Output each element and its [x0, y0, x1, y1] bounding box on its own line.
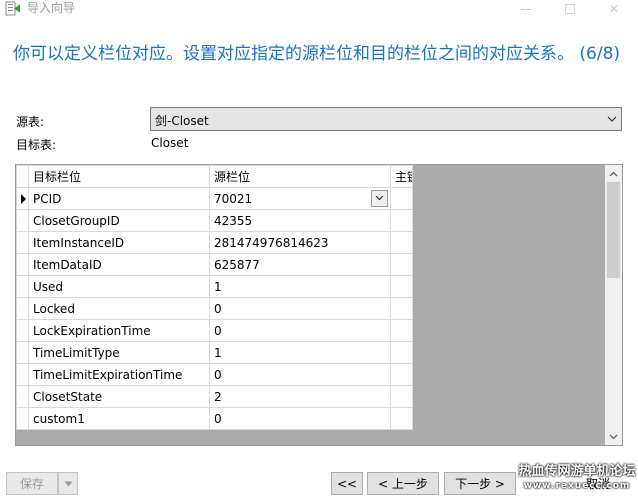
close-icon: ✕	[608, 2, 620, 16]
target-field-cell[interactable]: ClosetGroupID	[28, 209, 210, 232]
watermark: 热血传网游单机论坛 www.rexuecc.com	[516, 464, 638, 501]
primary-key-cell[interactable]	[390, 341, 413, 364]
row-selector[interactable]	[16, 363, 29, 386]
target-field-cell[interactable]: Used	[28, 275, 210, 298]
target-field-cell[interactable]: PCID	[28, 187, 210, 210]
chevron-down-icon	[609, 434, 618, 439]
window-title: 导入向导	[27, 1, 76, 15]
source-field-cell[interactable]: 2	[209, 385, 391, 408]
primary-key-cell[interactable]	[390, 363, 413, 386]
target-field-cell[interactable]: LockExpirationTime	[28, 319, 210, 342]
maximize-icon	[565, 4, 575, 14]
table-row[interactable]: custom1 0	[16, 407, 413, 430]
source-field-select[interactable]: 70021	[214, 189, 390, 209]
close-button[interactable]: ✕	[594, 0, 634, 18]
target-field-cell[interactable]: TimeLimitType	[28, 341, 210, 364]
source-field-cell[interactable]: 0	[209, 319, 391, 342]
watermark-title: 热血传网游单机论坛	[518, 464, 636, 479]
source-field-dropdown-button[interactable]	[371, 189, 388, 207]
caret-down-icon	[64, 481, 72, 486]
column-header-source-field[interactable]: 源栏位	[209, 165, 391, 188]
table-row[interactable]: ClosetGroupID 42355	[16, 209, 413, 232]
mapping-table: 目标栏位 源栏位 主键 PCID70021ClosetGroupID42355I…	[16, 165, 413, 430]
target-field-cell[interactable]: ItemDataID	[28, 253, 210, 276]
target-field-cell[interactable]: ItemInstanceID	[28, 231, 210, 254]
table-row[interactable]: PCID 70021	[16, 187, 413, 210]
primary-key-cell[interactable]	[390, 407, 413, 430]
minimize-icon	[521, 8, 531, 10]
row-selector[interactable]	[16, 297, 29, 320]
table-row[interactable]: Used 1	[16, 275, 413, 298]
primary-key-cell[interactable]	[390, 385, 413, 408]
source-field-cell[interactable]: 0	[209, 297, 391, 320]
table-row[interactable]: ItemInstanceID 281474976814623	[16, 231, 413, 254]
source-field-cell[interactable]: 281474976814623	[209, 231, 391, 254]
row-selector[interactable]	[16, 209, 29, 232]
scroll-up-button[interactable]	[605, 165, 622, 182]
row-selector[interactable]	[16, 385, 29, 408]
column-header-primary-key[interactable]: 主键	[390, 165, 413, 188]
scroll-down-button[interactable]	[605, 428, 622, 445]
target-field-cell[interactable]: TimeLimitExpirationTime	[28, 363, 210, 386]
scrollbar-thumb[interactable]	[607, 182, 620, 278]
target-field-cell[interactable]: custom1	[28, 407, 210, 430]
maximize-button[interactable]	[550, 0, 590, 18]
source-field-cell[interactable]: 70021	[209, 187, 391, 210]
table-row[interactable]: TimeLimitExpirationTime 0	[16, 363, 413, 386]
row-selector-header	[16, 165, 29, 188]
minimize-button[interactable]	[506, 0, 546, 18]
primary-key-cell[interactable]	[390, 319, 413, 342]
vertical-scrollbar[interactable]	[605, 165, 622, 445]
row-selector[interactable]	[16, 319, 29, 342]
target-table-label: 目标表:	[16, 138, 57, 152]
row-selector[interactable]	[16, 253, 29, 276]
source-field-cell[interactable]: 42355	[209, 209, 391, 232]
header-row: 目标栏位 源栏位 主键	[16, 165, 413, 188]
current-row-indicator-icon	[21, 193, 26, 204]
target-table-value: Closet	[151, 136, 189, 150]
next-button[interactable]: 下一步 >	[444, 472, 516, 495]
title-bar: 导入向导 ✕	[0, 0, 638, 18]
primary-key-cell[interactable]	[390, 275, 413, 298]
primary-key-cell[interactable]	[390, 297, 413, 320]
source-field-cell[interactable]: 0	[209, 407, 391, 430]
previous-button[interactable]: < 上一步	[367, 472, 439, 495]
source-table-select[interactable]: 剑-Closet	[150, 107, 622, 131]
target-field-cell[interactable]: Locked	[28, 297, 210, 320]
column-header-target-field[interactable]: 目标栏位	[28, 165, 210, 188]
table-row[interactable]: ItemDataID 625877	[16, 253, 413, 276]
table-row[interactable]: Locked 0	[16, 297, 413, 320]
table-row[interactable]: TimeLimitType 1	[16, 341, 413, 364]
primary-key-cell[interactable]	[390, 187, 413, 210]
table-row[interactable]: ClosetState 2	[16, 385, 413, 408]
source-field-cell[interactable]: 0	[209, 363, 391, 386]
row-selector[interactable]	[16, 407, 29, 430]
source-field-cell[interactable]: 1	[209, 341, 391, 364]
target-field-cell[interactable]: ClosetState	[28, 385, 210, 408]
source-field-value: 70021	[214, 191, 253, 206]
field-mapping-grid[interactable]: 目标栏位 源栏位 主键 PCID70021ClosetGroupID42355I…	[15, 164, 623, 446]
row-selector[interactable]	[16, 187, 29, 210]
row-selector[interactable]	[16, 231, 29, 254]
primary-key-cell[interactable]	[390, 253, 413, 276]
primary-key-cell[interactable]	[390, 231, 413, 254]
row-selector[interactable]	[16, 341, 29, 364]
primary-key-cell[interactable]	[390, 209, 413, 232]
row-selector[interactable]	[16, 275, 29, 298]
chevron-down-icon	[607, 116, 617, 122]
table-row[interactable]: LockExpirationTime 0	[16, 319, 413, 342]
watermark-url: www.rexuecc.com	[523, 481, 631, 491]
source-table-label: 源表:	[16, 115, 45, 129]
save-button[interactable]: 保存	[6, 472, 58, 495]
source-table-value: 剑-Closet	[155, 114, 209, 128]
page-heading: 你可以定义栏位对应。设置对应指定的源栏位和目的栏位之间的对应关系。 (6/8)	[13, 44, 621, 64]
import-wizard-icon	[5, 1, 20, 16]
source-field-cell[interactable]: 1	[209, 275, 391, 298]
chevron-up-icon	[609, 171, 618, 176]
first-step-button[interactable]: <<	[331, 472, 363, 495]
chevron-down-icon	[375, 195, 384, 201]
save-dropdown-button[interactable]	[58, 472, 78, 495]
grid-viewport: 目标栏位 源栏位 主键 PCID70021ClosetGroupID42355I…	[16, 165, 605, 445]
source-field-cell[interactable]: 625877	[209, 253, 391, 276]
